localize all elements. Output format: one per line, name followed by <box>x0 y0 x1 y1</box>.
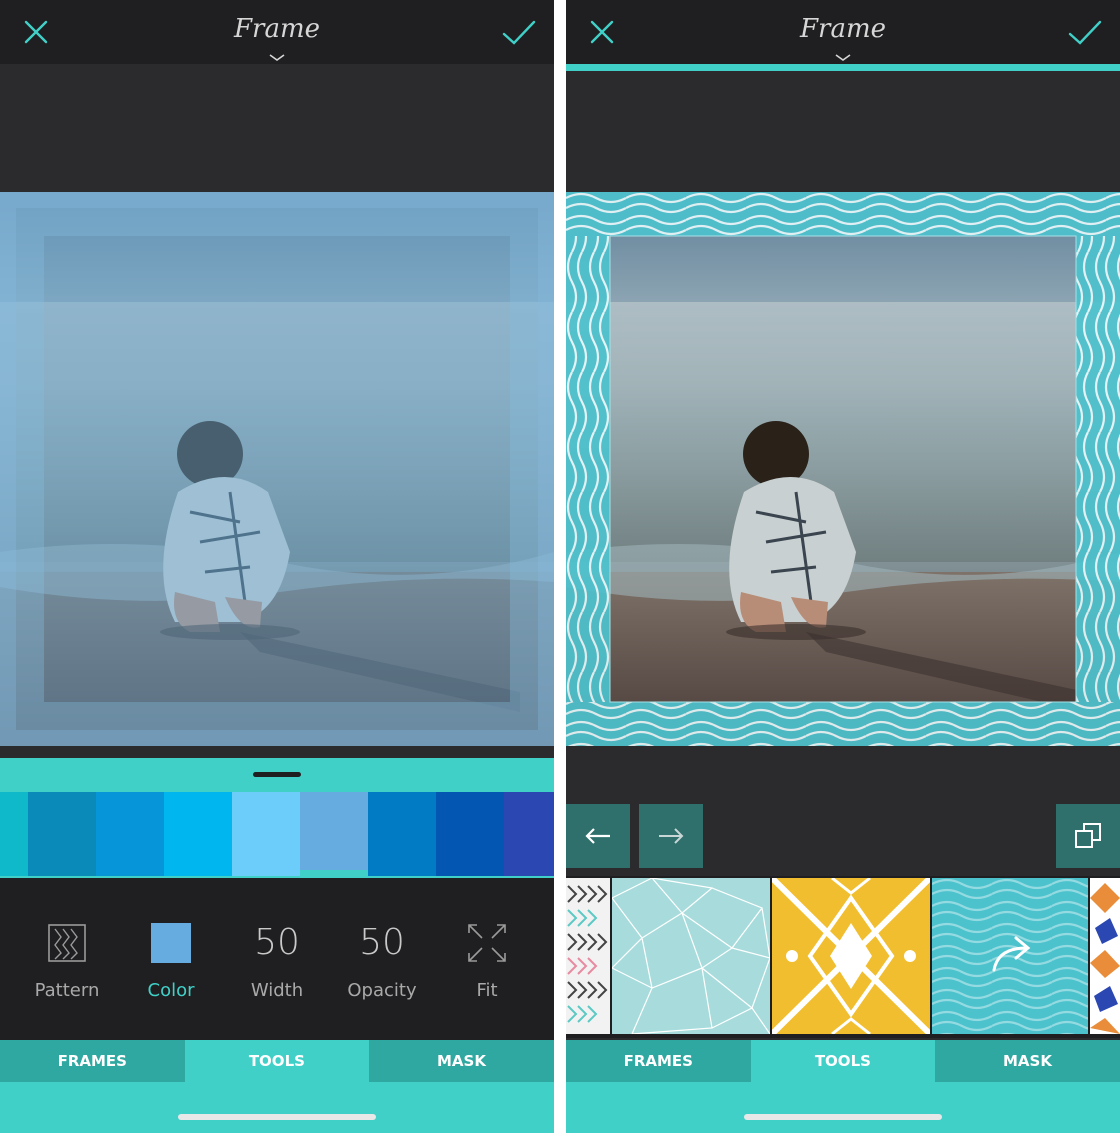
color-swatch[interactable] <box>28 792 96 876</box>
color-swatch[interactable] <box>0 792 28 876</box>
bottom-tabs: FRAMES TOOLS MASK <box>0 1040 554 1082</box>
blue-orange-pattern[interactable] <box>1090 878 1120 1034</box>
tab-tools[interactable]: TOOLS <box>184 1040 370 1082</box>
pattern-strip[interactable] <box>566 876 1120 1038</box>
photo-preview <box>566 192 1120 746</box>
chevron-down-icon[interactable] <box>833 48 853 61</box>
drag-handle[interactable] <box>253 772 301 777</box>
color-swatch[interactable] <box>232 792 300 876</box>
tab-mask[interactable]: MASK <box>935 1040 1120 1082</box>
progress-line <box>566 64 1120 71</box>
opacity-value: 50 <box>359 922 405 963</box>
home-area <box>0 1082 554 1133</box>
tab-tools[interactable]: TOOLS <box>750 1040 936 1082</box>
tool-label: Pattern <box>34 980 100 1001</box>
tab-mask[interactable]: MASK <box>369 1040 554 1082</box>
color-swatch[interactable] <box>300 792 368 876</box>
width-tool[interactable]: 50 Width <box>227 918 327 1001</box>
photo-preview <box>0 192 554 746</box>
screen-title[interactable]: Frame <box>0 14 554 44</box>
tool-label: Fit <box>476 980 498 1001</box>
tool-label: Width <box>250 980 304 1001</box>
check-icon[interactable] <box>496 12 540 52</box>
yellow-geometric-pattern[interactable] <box>769 876 933 1037</box>
tab-frames[interactable]: FRAMES <box>566 1040 751 1082</box>
color-swatch[interactable] <box>436 792 504 876</box>
color-swatch-strip[interactable] <box>0 792 554 876</box>
screen-title[interactable]: Frame <box>566 14 1120 44</box>
copy-icon[interactable] <box>1056 804 1120 868</box>
arrow-left-icon[interactable] <box>566 804 630 868</box>
color-swatch[interactable] <box>164 792 232 876</box>
check-icon[interactable] <box>1062 12 1106 52</box>
triangles-pattern[interactable] <box>611 877 771 1035</box>
tool-label: Opacity <box>347 980 417 1001</box>
top-bar: Frame <box>566 0 1120 64</box>
top-bar: Frame <box>0 0 554 64</box>
opacity-tool[interactable]: 50 Opacity <box>332 918 432 1001</box>
width-value: 50 <box>254 922 300 963</box>
right-screen: Frame FRAMES TOOLS MASK <box>566 0 1120 1133</box>
wave-pattern[interactable] <box>932 878 1088 1034</box>
home-indicator[interactable] <box>744 1114 942 1120</box>
tool-label: Color <box>147 980 195 1001</box>
bottom-tabs: FRAMES TOOLS MASK <box>566 1040 1120 1082</box>
chevron-down-icon[interactable] <box>267 48 287 61</box>
arrows-pattern[interactable] <box>566 878 610 1034</box>
tools-panel: Pattern Color 50 Width 50 Opacity Fit <box>0 878 554 1040</box>
expand-arrows-icon <box>437 918 537 968</box>
color-swatch[interactable] <box>96 792 164 876</box>
color-tool[interactable]: Color <box>121 918 221 1001</box>
color-swatch-icon <box>121 918 221 968</box>
color-swatch[interactable] <box>368 792 436 876</box>
drawer-handle-bar[interactable] <box>0 758 554 792</box>
tab-frames[interactable]: FRAMES <box>0 1040 185 1082</box>
left-screen: Frame Pattern Color 50 Width 50 Opacity … <box>0 0 554 1133</box>
color-swatch[interactable] <box>504 792 554 876</box>
arrow-right-icon[interactable] <box>639 804 703 868</box>
fit-tool[interactable]: Fit <box>437 918 537 1001</box>
home-area <box>566 1082 1120 1133</box>
pattern-icon <box>17 918 117 968</box>
home-indicator[interactable] <box>178 1114 376 1120</box>
pattern-tool[interactable]: Pattern <box>17 918 117 1001</box>
